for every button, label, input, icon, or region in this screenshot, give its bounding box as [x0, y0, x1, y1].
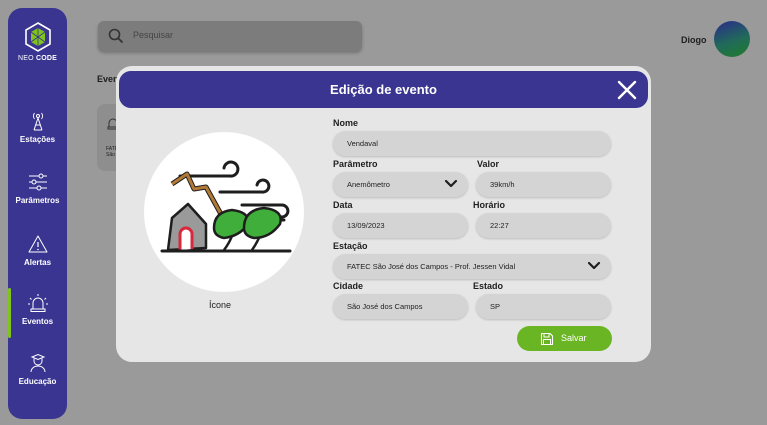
sidebar: NEO CODE Estações Parâmetros Alertas Eve… — [8, 8, 67, 419]
floppy-disk-icon — [540, 332, 554, 346]
sliders-icon — [28, 173, 47, 191]
user-name: Diogo — [681, 35, 707, 45]
nome-value: Vendaval — [347, 139, 378, 148]
estacao-select[interactable]: FATEC São José dos Campos - Prof. Jessen… — [333, 254, 611, 279]
storm-wind-icon — [160, 160, 292, 253]
search-bar[interactable]: Pesquisar — [98, 21, 362, 51]
chevron-down-icon — [444, 179, 458, 188]
chevron-down-icon — [587, 261, 601, 270]
logo-icon — [24, 22, 51, 52]
app-logo[interactable]: NEO CODE — [8, 22, 67, 62]
parametro-select[interactable]: Anemômetro — [333, 172, 468, 197]
close-icon[interactable] — [616, 79, 638, 101]
save-button[interactable]: Salvar — [517, 326, 612, 351]
icon-label: Ícone — [209, 300, 232, 310]
modal-header: Edição de evento — [119, 71, 648, 108]
avatar[interactable] — [714, 21, 750, 57]
sidebar-item-estacoes[interactable]: Estações — [8, 111, 67, 144]
edit-event-modal: Edição de evento Ícone Nome Vendaval Par… — [116, 66, 651, 362]
sidebar-item-educacao[interactable]: Educação — [8, 353, 67, 386]
sidebar-item-label: Alertas — [23, 258, 52, 267]
sidebar-item-label: Estações — [19, 135, 56, 144]
sidebar-item-label: Parâmetros — [15, 196, 60, 205]
sidebar-item-eventos[interactable]: Eventos — [8, 293, 67, 326]
graduate-icon — [30, 353, 45, 373]
logo-text: NEO CODE — [18, 55, 57, 62]
modal-title: Edição de evento — [330, 82, 437, 97]
search-input[interactable]: Pesquisar — [133, 30, 173, 40]
horario-label: Horário — [473, 200, 506, 210]
siren-icon — [27, 294, 48, 312]
valor-value: 39km/h — [490, 180, 515, 189]
nome-label: Nome — [333, 118, 359, 128]
event-icon-preview[interactable] — [144, 132, 304, 292]
valor-field[interactable]: 39km/h — [476, 172, 611, 197]
valor-label: Valor — [477, 159, 500, 169]
cidade-value: São José dos Campos — [347, 302, 423, 311]
sidebar-item-label: Eventos — [21, 317, 54, 326]
antenna-icon — [32, 112, 43, 131]
sidebar-item-parametros[interactable]: Parâmetros — [8, 172, 67, 205]
estado-value: SP — [490, 302, 501, 311]
horario-field[interactable]: 22:27 — [476, 213, 611, 238]
search-icon — [108, 28, 124, 44]
cidade-field[interactable]: São José dos Campos — [333, 294, 468, 319]
estacao-label: Estação — [333, 241, 368, 251]
horario-value: 22:27 — [490, 221, 509, 230]
estacao-value: FATEC São José dos Campos - Prof. Jessen… — [347, 262, 516, 271]
estado-label: Estado — [473, 281, 504, 291]
parametro-label: Parâmetro — [333, 159, 378, 169]
sidebar-item-alertas[interactable]: Alertas — [8, 234, 67, 267]
data-label: Data — [333, 200, 353, 210]
cidade-label: Cidade — [333, 281, 364, 291]
estado-field[interactable]: SP — [476, 294, 611, 319]
warning-icon — [28, 235, 47, 253]
data-field[interactable]: 13/09/2023 — [333, 213, 468, 238]
sidebar-item-label: Educação — [18, 377, 57, 386]
nome-field[interactable]: Vendaval — [333, 131, 611, 156]
save-label: Salvar — [561, 333, 587, 343]
data-value: 13/09/2023 — [347, 221, 385, 230]
parametro-value: Anemômetro — [347, 180, 390, 189]
